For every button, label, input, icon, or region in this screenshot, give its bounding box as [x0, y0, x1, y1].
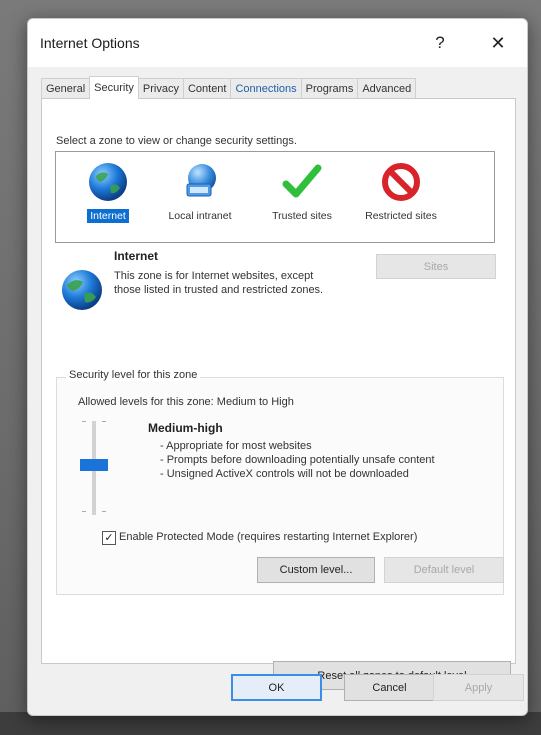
protected-mode-label: Enable Protected Mode (requires restarti… — [119, 531, 418, 543]
close-button[interactable]: ✕ — [480, 29, 516, 57]
zone-local-intranet[interactable]: Local intranet — [152, 160, 248, 232]
zone-trusted-sites[interactable]: Trusted sites — [254, 160, 350, 232]
checkmark-icon — [282, 164, 322, 198]
window-title: Internet Options — [40, 35, 140, 51]
apply-button[interactable]: Apply — [433, 674, 524, 701]
tab-security[interactable]: Security — [89, 76, 139, 99]
title-bar: Internet Options ? ✕ — [28, 19, 527, 67]
zone-restricted-sites[interactable]: Restricted sites — [353, 160, 449, 232]
zone-label-internet: Internet — [87, 209, 129, 223]
tab-privacy[interactable]: Privacy — [137, 78, 184, 98]
security-level-description: - Appropriate for most websites - Prompt… — [148, 439, 478, 481]
zone-caption: Select a zone to view or change security… — [56, 135, 297, 147]
tab-general[interactable]: General — [41, 78, 91, 98]
slider-tick — [82, 421, 86, 422]
globe-icon — [89, 163, 127, 201]
zone-info-description: This zone is for Internet websites, exce… — [114, 270, 324, 296]
cancel-button[interactable]: Cancel — [344, 674, 435, 701]
help-button[interactable]: ? — [422, 29, 458, 57]
level-point: - Unsigned ActiveX controls will not be … — [160, 468, 409, 480]
tab-programs[interactable]: Programs — [300, 78, 359, 98]
level-point: - Prompts before downloading potentially… — [160, 454, 435, 466]
zone-internet[interactable]: Internet — [60, 160, 156, 232]
intranet-globe-icon — [186, 164, 216, 197]
tab-advanced[interactable]: Advanced — [357, 78, 417, 98]
custom-level-button[interactable]: Custom level... — [257, 557, 375, 583]
allowed-levels-text: Allowed levels for this zone: Medium to … — [78, 396, 294, 408]
tab-connections[interactable]: Connections — [230, 78, 302, 98]
security-level-slider-thumb[interactable] — [80, 459, 108, 471]
slider-tick — [102, 511, 106, 512]
protected-mode-checkbox[interactable]: ✓ — [102, 531, 116, 545]
security-tab-panel: Select a zone to view or change security… — [41, 99, 516, 690]
zone-list: Internet Local intranet Trusted sites Re… — [55, 151, 495, 243]
security-level-name: Medium-high — [148, 421, 223, 435]
checkmark-icon: ✓ — [104, 531, 114, 544]
tab-content[interactable]: Content — [182, 78, 232, 98]
zone-label-trusted-sites: Trusted sites — [272, 210, 332, 222]
zone-info-title: Internet — [114, 249, 159, 263]
zone-label-local-intranet: Local intranet — [168, 210, 232, 222]
default-level-button[interactable]: Default level — [384, 557, 504, 583]
sites-button[interactable]: Sites — [376, 254, 496, 279]
slider-tick — [102, 421, 106, 422]
internet-options-dialog: Internet Options ? ✕ General Security Pr… — [27, 18, 528, 716]
zone-label-restricted-sites: Restricted sites — [365, 210, 437, 222]
no-entry-icon — [382, 163, 420, 201]
level-point: - Appropriate for most websites — [160, 440, 312, 452]
globe-icon — [62, 270, 102, 310]
security-level-group-title: Security level for this zone — [66, 369, 201, 381]
tab-strip: General Security Privacy Content Connect… — [41, 76, 516, 99]
slider-tick — [82, 511, 86, 512]
ok-button[interactable]: OK — [231, 674, 322, 701]
